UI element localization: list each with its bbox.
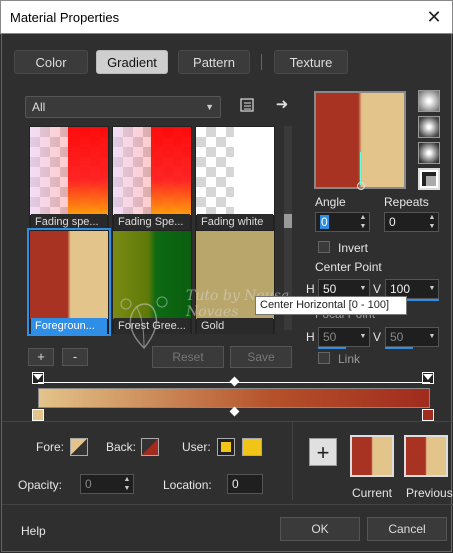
material-properties-dialog: Color Gradient Pattern Texture All ▼ ➜ F… bbox=[1, 34, 453, 552]
tab-pattern[interactable]: Pattern bbox=[178, 50, 250, 74]
rectangular-style-icon[interactable] bbox=[418, 116, 440, 138]
angle-value: 0 bbox=[320, 215, 329, 229]
gradient-bar[interactable] bbox=[38, 388, 430, 408]
ok-button[interactable]: OK bbox=[280, 517, 360, 541]
fore-label: Fore: bbox=[36, 440, 65, 454]
opacity-value: 0 bbox=[85, 477, 92, 491]
angle-label: Angle bbox=[315, 195, 346, 209]
invert-label: Invert bbox=[338, 241, 369, 255]
chevron-down-icon: ▼ bbox=[205, 102, 214, 112]
user-color-swatch[interactable] bbox=[242, 438, 262, 456]
location-label: Location: bbox=[163, 478, 212, 492]
previous-label: Previous bbox=[406, 486, 453, 500]
gradient-label: Fading white bbox=[197, 214, 273, 230]
gradient-swatch[interactable]: Fading white bbox=[195, 126, 275, 230]
center-point-label: Center Point bbox=[315, 260, 382, 274]
link-checkbox[interactable] bbox=[318, 352, 330, 364]
current-label: Current bbox=[352, 486, 393, 500]
add-gradient-button[interactable]: + bbox=[28, 348, 54, 366]
tab-gradient[interactable]: Gradient bbox=[96, 50, 168, 74]
focal-v-value: 50 bbox=[390, 330, 404, 344]
opacity-label: Opacity: bbox=[18, 478, 63, 492]
divider bbox=[2, 421, 453, 422]
color-stop-right[interactable] bbox=[422, 409, 434, 421]
divider bbox=[2, 504, 453, 505]
focal-h-input[interactable]: 50 ▼ bbox=[318, 327, 370, 347]
scrollbar-thumb[interactable] bbox=[284, 214, 292, 228]
center-h-value: 50 bbox=[323, 282, 337, 296]
user-color-selector[interactable] bbox=[217, 438, 235, 456]
spinner-arrows-icon[interactable]: ▲ ▼ bbox=[426, 213, 438, 231]
repeats-label: Repeats bbox=[384, 195, 429, 209]
gradient-preview-fading-spectrum-2 bbox=[113, 127, 191, 215]
arrow-right-icon[interactable]: ➜ bbox=[273, 96, 291, 114]
focal-v-slider[interactable] bbox=[385, 347, 413, 349]
location-value: 0 bbox=[232, 477, 239, 491]
location-input[interactable]: 0 bbox=[227, 474, 263, 494]
opacity-input[interactable]: 0 ▲ ▼ bbox=[80, 474, 134, 494]
center-h-label: H bbox=[306, 282, 315, 296]
gradient-filter-dropdown[interactable]: All ▼ bbox=[25, 96, 221, 118]
title-bar: Material Properties ✕ bbox=[0, 0, 453, 34]
tab-texture[interactable]: Texture bbox=[274, 50, 348, 74]
focal-v-label: V bbox=[373, 330, 382, 344]
remove-gradient-button[interactable]: - bbox=[62, 348, 88, 366]
repeats-value: 0 bbox=[389, 215, 396, 229]
focal-h-value: 50 bbox=[323, 330, 337, 344]
preview-angle-line bbox=[360, 152, 361, 185]
focal-h-slider[interactable] bbox=[318, 347, 346, 349]
focal-h-label: H bbox=[306, 330, 315, 344]
back-label: Back: bbox=[106, 440, 137, 454]
dropdown-arrow-icon[interactable]: ▼ bbox=[426, 328, 438, 346]
center-point-handle[interactable] bbox=[357, 182, 365, 190]
tab-separator bbox=[261, 54, 262, 70]
close-icon[interactable]: ✕ bbox=[422, 5, 446, 29]
gradient-label: Foregroun... bbox=[31, 318, 107, 334]
spinner-arrows-icon[interactable]: ▲ ▼ bbox=[357, 213, 369, 231]
gradient-label: Fading Spe... bbox=[114, 214, 190, 230]
sunburst-style-icon[interactable] bbox=[418, 142, 440, 164]
opacity-track bbox=[38, 382, 430, 383]
previous-gradient-thumbnail[interactable] bbox=[404, 435, 448, 477]
gradient-preview-fading-white bbox=[196, 127, 274, 215]
add-to-swatches-button[interactable]: + bbox=[309, 438, 337, 466]
user-label: User: bbox=[182, 440, 211, 454]
window-title: Material Properties bbox=[10, 10, 120, 25]
repeats-input[interactable]: 0 ▲ ▼ bbox=[384, 212, 439, 232]
focal-v-input[interactable]: 50 ▼ bbox=[385, 327, 439, 347]
center-v-label: V bbox=[373, 282, 382, 296]
color-midpoint-handle[interactable] bbox=[229, 406, 240, 417]
help-link[interactable]: Help bbox=[21, 524, 46, 538]
radial-style-icon-selected[interactable] bbox=[418, 168, 440, 190]
cancel-button[interactable]: Cancel bbox=[367, 517, 447, 541]
center-v-value: 100 bbox=[390, 282, 411, 296]
dropdown-arrow-icon[interactable]: ▼ bbox=[357, 328, 369, 346]
gradient-swatch[interactable]: Fading Spe... bbox=[112, 126, 192, 230]
vertical-divider bbox=[292, 422, 293, 500]
dropdown-arrow-icon[interactable]: ▼ bbox=[426, 280, 438, 298]
current-gradient-thumbnail bbox=[350, 435, 394, 477]
view-options-icon[interactable] bbox=[238, 97, 256, 115]
filter-value: All bbox=[32, 100, 46, 114]
gradient-swatch-selected[interactable]: Foregroun... bbox=[27, 228, 111, 336]
invert-checkbox[interactable] bbox=[318, 241, 330, 253]
linear-style-icon[interactable] bbox=[418, 90, 440, 112]
angle-input[interactable]: 0 ▲ ▼ bbox=[315, 212, 370, 232]
tooltip: Center Horizontal [0 - 100] bbox=[255, 296, 407, 315]
gradient-swatch[interactable]: Fading spe... bbox=[29, 126, 109, 230]
fore-color-swatch[interactable] bbox=[70, 438, 88, 456]
tab-color[interactable]: Color bbox=[14, 50, 88, 74]
link-label: Link bbox=[338, 352, 361, 366]
gradient-preview-foreground-background bbox=[30, 231, 108, 319]
gradient-label: Fading spe... bbox=[31, 214, 107, 230]
gradient-preview-fading-spectrum bbox=[30, 127, 108, 215]
back-color-swatch[interactable] bbox=[141, 438, 159, 456]
color-stop-left[interactable] bbox=[32, 409, 44, 421]
spinner-arrows-icon[interactable]: ▲ ▼ bbox=[121, 475, 133, 493]
